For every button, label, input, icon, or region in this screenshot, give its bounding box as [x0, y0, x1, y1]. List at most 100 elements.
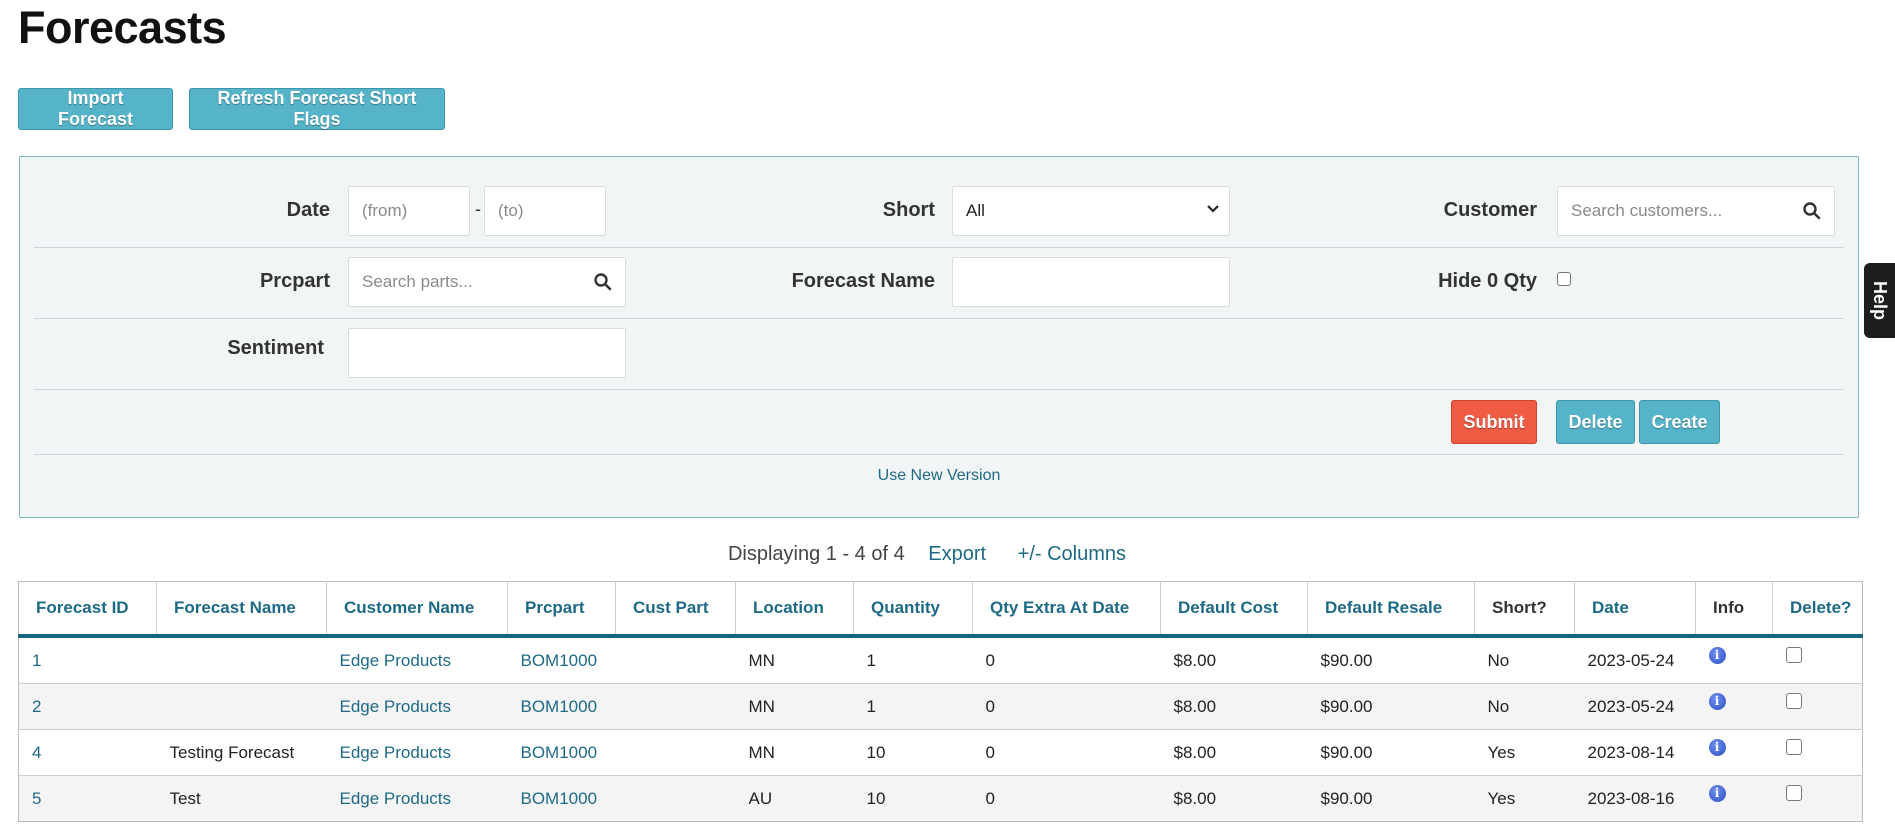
default-resale-cell: $90.00	[1307, 683, 1475, 730]
delete-cell	[1772, 635, 1863, 684]
search-icon[interactable]	[593, 272, 613, 292]
column-header-prcpart[interactable]: Prcpart	[507, 581, 616, 638]
sentiment-label: Sentiment	[227, 337, 324, 359]
forecast-name-input[interactable]	[952, 257, 1230, 307]
info-cell: i	[1695, 729, 1773, 776]
column-header-quantity[interactable]: Quantity	[853, 581, 973, 638]
info-icon[interactable]: i	[1708, 692, 1726, 710]
short-cell: No	[1474, 683, 1575, 730]
sentiment-input[interactable]	[348, 328, 626, 378]
customer-search-input[interactable]: Search customers...	[1557, 186, 1835, 236]
table-body: 1 Edge Products BOM1000 MN 1 0 $8.00 $90.00 No 20…	[18, 635, 1863, 822]
default-resale-cell: $90.00	[1307, 635, 1475, 684]
use-new-version-link[interactable]: Use New Version	[20, 467, 1858, 485]
forecast-name-cell	[156, 635, 327, 684]
page-title: Forecasts	[18, 2, 227, 53]
short-cell: Yes	[1474, 775, 1575, 822]
date-separator: -	[475, 199, 481, 219]
column-header-short: Short?	[1474, 581, 1575, 638]
date-cell: 2023-05-24	[1574, 635, 1696, 684]
column-header-cust-part[interactable]: Cust Part	[615, 581, 736, 638]
customer-name-link[interactable]: Edge Products	[326, 775, 508, 822]
qty-extra-cell: 0	[972, 775, 1161, 822]
column-header-location[interactable]: Location	[735, 581, 854, 638]
column-header-info: Info	[1695, 581, 1773, 638]
column-header-customer-name[interactable]: Customer Name	[326, 581, 508, 638]
column-header-forecast-name[interactable]: Forecast Name	[156, 581, 327, 638]
toggle-columns-link[interactable]: +/- Columns	[1018, 543, 1126, 565]
info-icon[interactable]: i	[1708, 784, 1726, 802]
location-cell: AU	[735, 775, 854, 822]
date-label: Date	[286, 199, 330, 221]
column-header-date[interactable]: Date	[1574, 581, 1696, 638]
results-bar: Displaying 1 - 4 of 4 Export +/- Columns	[0, 543, 1880, 566]
forecasts-table: Forecast ID Forecast Name Customer Name …	[18, 581, 1863, 822]
table-row: 5 Test Edge Products BOM1000 AU 10 0 $8.00 $90.0…	[18, 775, 1863, 822]
import-forecast-button[interactable]: Import Forecast	[18, 88, 173, 130]
default-cost-cell: $8.00	[1160, 635, 1308, 684]
date-to-input[interactable]: (to)	[484, 186, 606, 236]
short-label: Short	[882, 199, 935, 221]
forecast-id-link[interactable]: 4	[18, 729, 157, 776]
default-cost-cell: $8.00	[1160, 729, 1308, 776]
table-row: 2 Edge Products BOM1000 MN 1 0 $8.00 $90.00 No 20…	[18, 683, 1863, 730]
prcpart-link[interactable]: BOM1000	[507, 683, 616, 730]
date-cell: 2023-08-16	[1574, 775, 1696, 822]
forecast-id-link[interactable]: 5	[18, 775, 157, 822]
delete-button[interactable]: Delete	[1556, 400, 1635, 444]
customer-name-link[interactable]: Edge Products	[326, 729, 508, 776]
customer-name-link[interactable]: Edge Products	[326, 683, 508, 730]
info-icon[interactable]: i	[1708, 646, 1726, 664]
table-row: 1 Edge Products BOM1000 MN 1 0 $8.00 $90.00 No 20…	[18, 635, 1863, 684]
table-header-row: Forecast ID Forecast Name Customer Name …	[18, 581, 1863, 638]
help-tab[interactable]: Help	[1864, 263, 1895, 338]
short-select[interactable]: All	[952, 186, 1230, 236]
chevron-down-icon	[1207, 205, 1219, 213]
export-link[interactable]: Export	[928, 543, 986, 565]
short-cell: No	[1474, 635, 1575, 684]
submit-button[interactable]: Submit	[1451, 400, 1537, 444]
quantity-cell: 1	[853, 683, 973, 730]
hide-zero-qty-checkbox[interactable]	[1557, 272, 1571, 286]
prcpart-link[interactable]: BOM1000	[507, 729, 616, 776]
date-from-input[interactable]: (from)	[348, 186, 470, 236]
results-count: Displaying 1 - 4 of 4	[727, 543, 905, 565]
column-header-forecast-id[interactable]: Forecast ID	[18, 581, 157, 638]
date-cell: 2023-05-24	[1574, 683, 1696, 730]
info-icon[interactable]: i	[1708, 738, 1726, 756]
prcpart-link[interactable]: BOM1000	[507, 635, 616, 684]
default-cost-cell: $8.00	[1160, 775, 1308, 822]
delete-row-checkbox[interactable]	[1785, 738, 1802, 755]
qty-extra-cell: 0	[972, 729, 1161, 776]
cust-part-cell	[615, 729, 736, 776]
prcpart-link[interactable]: BOM1000	[507, 775, 616, 822]
forecast-id-link[interactable]: 2	[18, 683, 157, 730]
location-cell: MN	[735, 635, 854, 684]
column-header-delete[interactable]: Delete?	[1772, 581, 1863, 638]
column-header-default-resale[interactable]: Default Resale	[1307, 581, 1475, 638]
delete-row-checkbox[interactable]	[1785, 784, 1802, 801]
qty-extra-cell: 0	[972, 683, 1161, 730]
create-button[interactable]: Create	[1639, 400, 1720, 444]
column-header-default-cost[interactable]: Default Cost	[1160, 581, 1308, 638]
delete-cell	[1772, 683, 1863, 730]
info-cell: i	[1695, 683, 1773, 730]
default-resale-cell: $90.00	[1307, 729, 1475, 776]
prcpart-search-input[interactable]: Search parts...	[348, 257, 626, 307]
forecast-id-link[interactable]: 1	[18, 635, 157, 684]
delete-cell	[1772, 775, 1863, 822]
refresh-short-flags-button[interactable]: Refresh Forecast Short Flags	[189, 88, 445, 130]
column-header-qty-extra[interactable]: Qty Extra At Date	[972, 581, 1161, 638]
forecast-name-cell	[156, 683, 327, 730]
short-cell: Yes	[1474, 729, 1575, 776]
prcpart-label: Prcpart	[259, 270, 330, 292]
delete-row-checkbox[interactable]	[1785, 692, 1802, 709]
location-cell: MN	[735, 683, 854, 730]
customer-name-link[interactable]: Edge Products	[326, 635, 508, 684]
hide-zero-qty-label: Hide 0 Qty	[1438, 270, 1537, 292]
cust-part-cell	[615, 775, 736, 822]
search-icon[interactable]	[1802, 201, 1822, 221]
filter-panel: Date (from) - (to) Short All Customer Se…	[19, 156, 1859, 518]
delete-row-checkbox[interactable]	[1785, 646, 1802, 663]
default-resale-cell: $90.00	[1307, 775, 1475, 822]
